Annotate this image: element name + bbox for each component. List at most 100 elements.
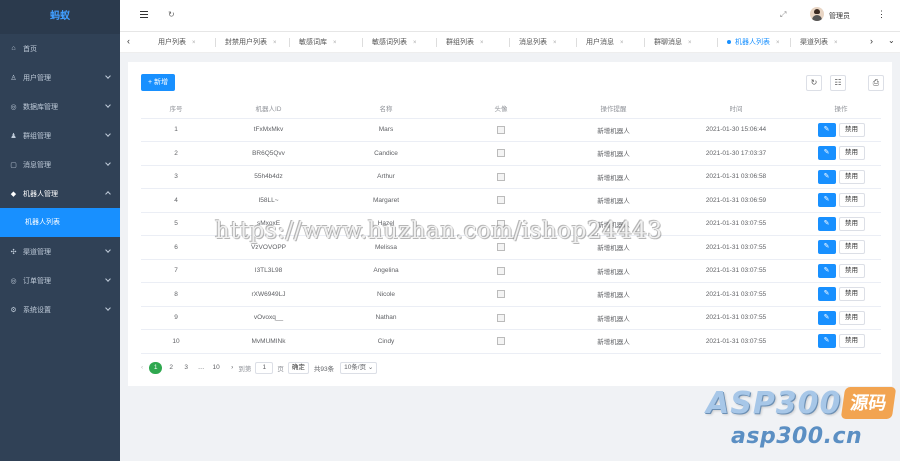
cell-remark: 新增机器人 <box>556 118 671 142</box>
sidebar-subitem-robot-list[interactable]: 机器人列表 <box>0 208 120 237</box>
close-icon[interactable]: × <box>553 40 557 46</box>
edit-button[interactable]: ✎ <box>817 193 836 208</box>
avatar[interactable] <box>810 7 824 21</box>
cell-name: Angelina <box>326 259 446 283</box>
tab-scroll-left-icon[interactable]: ‹ <box>127 36 130 46</box>
close-icon[interactable]: × <box>333 40 337 46</box>
cell-remark: 新增机器人 <box>556 329 671 354</box>
close-icon[interactable]: × <box>480 40 484 46</box>
refresh-page-icon[interactable]: ↻ <box>168 10 175 19</box>
tab-item[interactable]: 用户列表 × <box>158 36 196 49</box>
sidebar-item-user[interactable]: ♙ 用户管理 <box>0 63 120 92</box>
tab-item[interactable]: 用户消息 × <box>586 36 624 49</box>
disable-button[interactable]: 禁用 <box>838 122 865 137</box>
close-icon[interactable]: × <box>192 40 196 46</box>
columns-icon[interactable]: ☷ <box>830 75 846 91</box>
disable-button[interactable]: 禁用 <box>838 287 865 302</box>
tab-scroll-right-icon[interactable]: › <box>870 36 873 46</box>
tab-item[interactable]: 敏感词列表 × <box>372 36 417 49</box>
table-header-row: 序号 机器人ID 名称 头像 操作提醒 时间 操作 <box>141 98 881 119</box>
sidebar-item-group[interactable]: ♟ 群组管理 <box>0 121 120 150</box>
prev-page-icon[interactable]: ‹ <box>141 364 143 371</box>
more-options-icon[interactable]: ⋮ <box>877 9 886 20</box>
tab-item[interactable]: 机器人列表 × <box>727 36 780 49</box>
page-current[interactable]: 1 <box>149 361 163 374</box>
disable-button[interactable]: 禁用 <box>838 310 865 325</box>
next-page-icon[interactable]: › <box>231 364 233 371</box>
close-icon[interactable]: × <box>776 40 780 46</box>
tab-item[interactable]: 群组列表 × <box>446 36 484 49</box>
page-number[interactable]: 2 <box>165 362 177 374</box>
disable-button[interactable]: 禁用 <box>838 334 865 349</box>
tab-item[interactable]: 消息列表 × <box>519 36 557 49</box>
sidebar-item-label: 系统设置 <box>23 306 51 314</box>
edit-button[interactable]: ✎ <box>817 216 836 231</box>
edit-button[interactable]: ✎ <box>817 334 836 349</box>
edit-button[interactable]: ✎ <box>817 169 836 184</box>
chevron-down-icon <box>105 276 111 282</box>
add-robot-button[interactable]: + 新增 <box>141 74 176 91</box>
edit-button[interactable]: ✎ <box>817 310 836 325</box>
tab-item[interactable]: 群聊消息 × <box>654 36 692 49</box>
cell-actions: ✎ 禁用 <box>801 329 881 354</box>
page-number[interactable]: 10 <box>210 362 222 374</box>
close-icon[interactable]: × <box>834 40 838 46</box>
print-icon[interactable]: ⎙ <box>868 75 884 91</box>
close-icon[interactable]: × <box>273 40 277 46</box>
cell-index: 8 <box>141 282 211 307</box>
tab-item[interactable]: 渠道列表 × <box>800 36 838 49</box>
cell-remark: 新增机器人 <box>556 259 671 283</box>
disable-button[interactable]: 禁用 <box>838 240 865 255</box>
disable-button[interactable]: 禁用 <box>838 263 865 278</box>
refresh-icon[interactable]: ↻ <box>806 75 822 91</box>
close-icon[interactable]: × <box>620 40 624 46</box>
cell-actions: ✎ 禁用 <box>801 118 881 142</box>
broken-image-icon <box>497 172 505 181</box>
sidebar-item-order[interactable]: ◎ 订单管理 <box>0 266 120 295</box>
fullscreen-icon[interactable]: ⤢ <box>780 10 786 20</box>
tab-item[interactable]: 封禁用户列表 × <box>225 36 277 49</box>
cell-time: 2021-01-31 03:06:59 <box>671 188 801 213</box>
close-icon[interactable]: × <box>413 40 417 46</box>
disable-button[interactable]: 禁用 <box>838 146 865 161</box>
disable-button[interactable]: 禁用 <box>838 169 865 184</box>
disable-button[interactable]: 禁用 <box>838 193 865 208</box>
page-number[interactable]: 3 <box>180 362 192 374</box>
sidebar-item-home[interactable]: ⌂ 首页 <box>0 34 120 63</box>
sidebar-item-message[interactable]: ▢ 消息管理 <box>0 150 120 179</box>
sidebar-item-database[interactable]: ◎ 数据库管理 <box>0 92 120 121</box>
edit-button[interactable]: ✎ <box>817 263 836 278</box>
chevron-down-icon <box>105 305 111 311</box>
table-row: 2 BR6Q5Qvv Candice 新增机器人 2021-01-30 17:03:37… <box>141 141 881 166</box>
app-logo[interactable]: 蚂蚁 <box>0 0 120 34</box>
goto-page-input[interactable]: 1 <box>255 361 274 374</box>
column-header: 头像 <box>446 98 556 119</box>
sidebar-item-robot[interactable]: ◆ 机器人管理 <box>0 179 120 208</box>
order-icon: ◎ <box>10 277 17 285</box>
cell-name: Nicole <box>326 282 446 307</box>
page-size-select[interactable]: 10条/页 ⌄ <box>340 361 378 374</box>
edit-button[interactable]: ✎ <box>817 146 836 161</box>
cell-robot-id: BR6Q5Qvv <box>211 141 326 166</box>
close-icon[interactable]: × <box>688 40 692 46</box>
edit-button[interactable]: ✎ <box>817 240 836 255</box>
tab-dropdown-icon[interactable]: ⌄ <box>888 36 895 45</box>
tab-label: 封禁用户列表 <box>225 39 267 46</box>
edit-button[interactable]: ✎ <box>817 122 836 137</box>
cell-robot-id: rXW6949LJ <box>211 282 326 307</box>
username[interactable]: 管理员 <box>829 11 850 21</box>
sidebar-item-channel[interactable]: ✣ 渠道管理 <box>0 237 120 266</box>
tab-divider <box>362 38 363 47</box>
goto-confirm-button[interactable]: 确定 <box>287 361 309 374</box>
tab-item[interactable]: 敏感词库 × <box>299 36 337 49</box>
group-icon: ♟ <box>10 132 17 140</box>
disable-button[interactable]: 禁用 <box>838 216 865 231</box>
edit-button[interactable]: ✎ <box>817 287 836 302</box>
tab-label: 群组列表 <box>446 39 474 46</box>
menu-toggle-icon[interactable] <box>140 11 148 18</box>
sidebar: 蚂蚁 ⌂ 首页 ♙ 用户管理 ◎ 数据库管理 ♟ 群组管理 ▢ 消息管理 ◆ 机器人管理 机器人列表 ✣ 渠… <box>0 0 120 461</box>
cell-time: 2021-01-30 17:03:37 <box>671 141 801 166</box>
table-row: 9 vOvoxq__ Nathan 新增机器人 2021-01-31 03:07:55 ✎… <box>141 306 881 330</box>
sidebar-item-settings[interactable]: ⚙ 系统设置 <box>0 295 120 324</box>
sidebar-item-label: 消息管理 <box>23 161 51 169</box>
